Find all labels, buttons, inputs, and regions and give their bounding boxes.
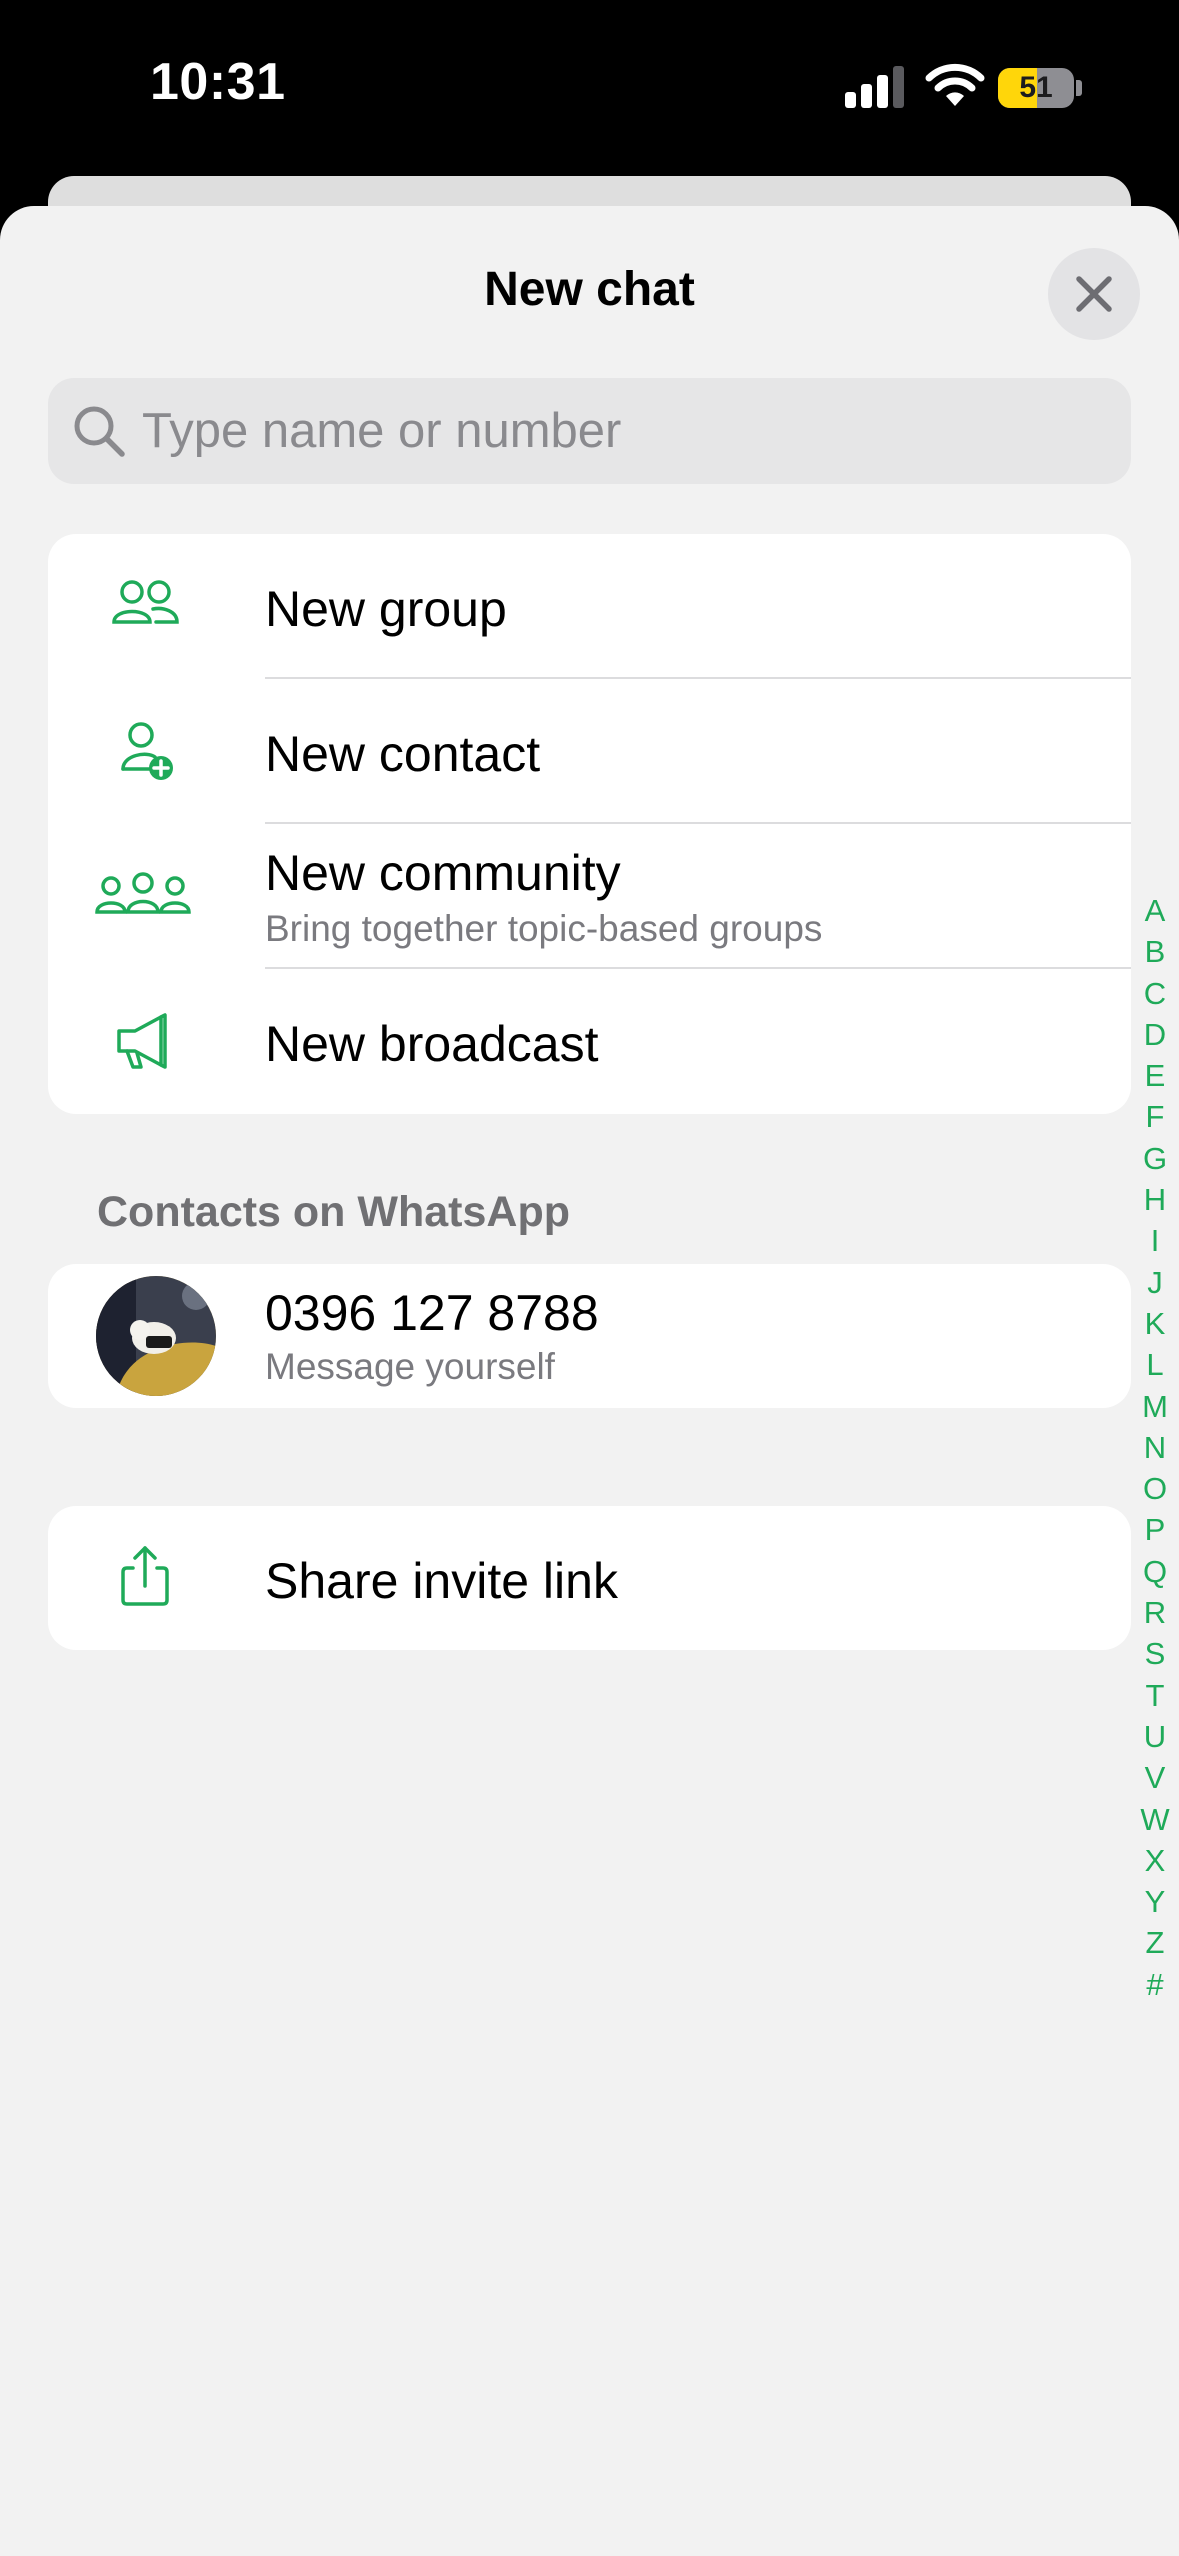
index-letter[interactable]: H xyxy=(1138,1179,1172,1220)
status-time: 10:31 xyxy=(150,53,286,111)
wifi-icon xyxy=(925,63,985,106)
index-letter[interactable]: L xyxy=(1138,1344,1172,1385)
index-letter[interactable]: Z xyxy=(1138,1922,1172,1963)
contacts-section-header: Contacts on WhatsApp xyxy=(97,1188,570,1236)
contact-subtitle: Message yourself xyxy=(265,1346,555,1387)
new-broadcast-label: New broadcast xyxy=(265,1016,599,1072)
megaphone-icon xyxy=(117,1013,167,1069)
group-icon xyxy=(112,580,179,624)
share-icon xyxy=(121,1546,169,1606)
add-contact-icon xyxy=(121,722,173,780)
new-group-row[interactable]: New group xyxy=(48,534,1131,678)
index-letter[interactable]: C xyxy=(1138,973,1172,1014)
contacts-card: 0396 127 8788 Message yourself xyxy=(48,1264,1131,1408)
new-community-row[interactable]: New community Bring together topic-based… xyxy=(48,824,1131,968)
new-contact-row[interactable]: New contact xyxy=(48,679,1131,823)
index-letter[interactable]: X xyxy=(1138,1840,1172,1881)
search-icon xyxy=(74,406,125,457)
new-community-label: New community xyxy=(265,845,621,901)
contact-name: 0396 127 8788 xyxy=(265,1285,599,1341)
index-letter[interactable]: E xyxy=(1138,1055,1172,1096)
index-letter[interactable]: O xyxy=(1138,1468,1172,1509)
index-letter[interactable]: W xyxy=(1138,1799,1172,1840)
index-letter[interactable]: # xyxy=(1138,1964,1172,2005)
index-letter[interactable]: F xyxy=(1138,1096,1172,1137)
index-letter[interactable]: N xyxy=(1138,1427,1172,1468)
new-community-subtitle: Bring together topic-based groups xyxy=(265,908,823,949)
index-letter[interactable]: J xyxy=(1138,1262,1172,1303)
status-bar: 10:31 51 xyxy=(0,0,1179,175)
battery-percentage: 51 xyxy=(1019,71,1053,104)
new-broadcast-row[interactable]: New broadcast xyxy=(48,969,1131,1113)
sheet-title: New chat xyxy=(484,263,695,316)
index-letter[interactable]: V xyxy=(1138,1757,1172,1798)
avatar xyxy=(96,1276,216,1396)
actions-card: New group New contact New community Brin… xyxy=(48,534,1131,1114)
search-input[interactable] xyxy=(142,378,1102,484)
community-icon xyxy=(95,872,191,914)
close-icon xyxy=(1076,276,1112,312)
share-card: Share invite link xyxy=(48,1506,1131,1650)
share-invite-link-label: Share invite link xyxy=(265,1553,618,1609)
index-letter[interactable]: G xyxy=(1138,1138,1172,1179)
index-letter[interactable]: Q xyxy=(1138,1551,1172,1592)
avatar-photo xyxy=(96,1276,216,1396)
close-button[interactable] xyxy=(1048,248,1140,340)
index-letter[interactable]: R xyxy=(1138,1592,1172,1633)
search-bar[interactable] xyxy=(48,378,1131,484)
new-contact-label: New contact xyxy=(265,726,541,782)
cellular-signal-icon xyxy=(845,66,904,108)
index-letter[interactable]: D xyxy=(1138,1014,1172,1055)
index-letter[interactable]: S xyxy=(1138,1633,1172,1674)
share-invite-link-row[interactable]: Share invite link xyxy=(48,1506,1131,1650)
index-letter[interactable]: T xyxy=(1138,1675,1172,1716)
index-letter[interactable]: B xyxy=(1138,931,1172,972)
index-letter[interactable]: P xyxy=(1138,1509,1172,1550)
index-letter[interactable]: I xyxy=(1138,1220,1172,1261)
index-letter[interactable]: A xyxy=(1138,890,1172,931)
index-letter[interactable]: M xyxy=(1138,1386,1172,1427)
alphabet-index[interactable]: A B C D E F G H I J K L M N O P Q R S T U V W X Y Z # xyxy=(1138,890,1172,2005)
new-group-label: New group xyxy=(265,581,507,637)
battery-icon: 51 xyxy=(998,68,1074,108)
index-letter[interactable]: U xyxy=(1138,1716,1172,1757)
contact-row[interactable]: 0396 127 8788 Message yourself xyxy=(48,1264,1131,1408)
index-letter[interactable]: K xyxy=(1138,1303,1172,1344)
battery-nub xyxy=(1076,80,1082,96)
index-letter[interactable]: Y xyxy=(1138,1881,1172,1922)
